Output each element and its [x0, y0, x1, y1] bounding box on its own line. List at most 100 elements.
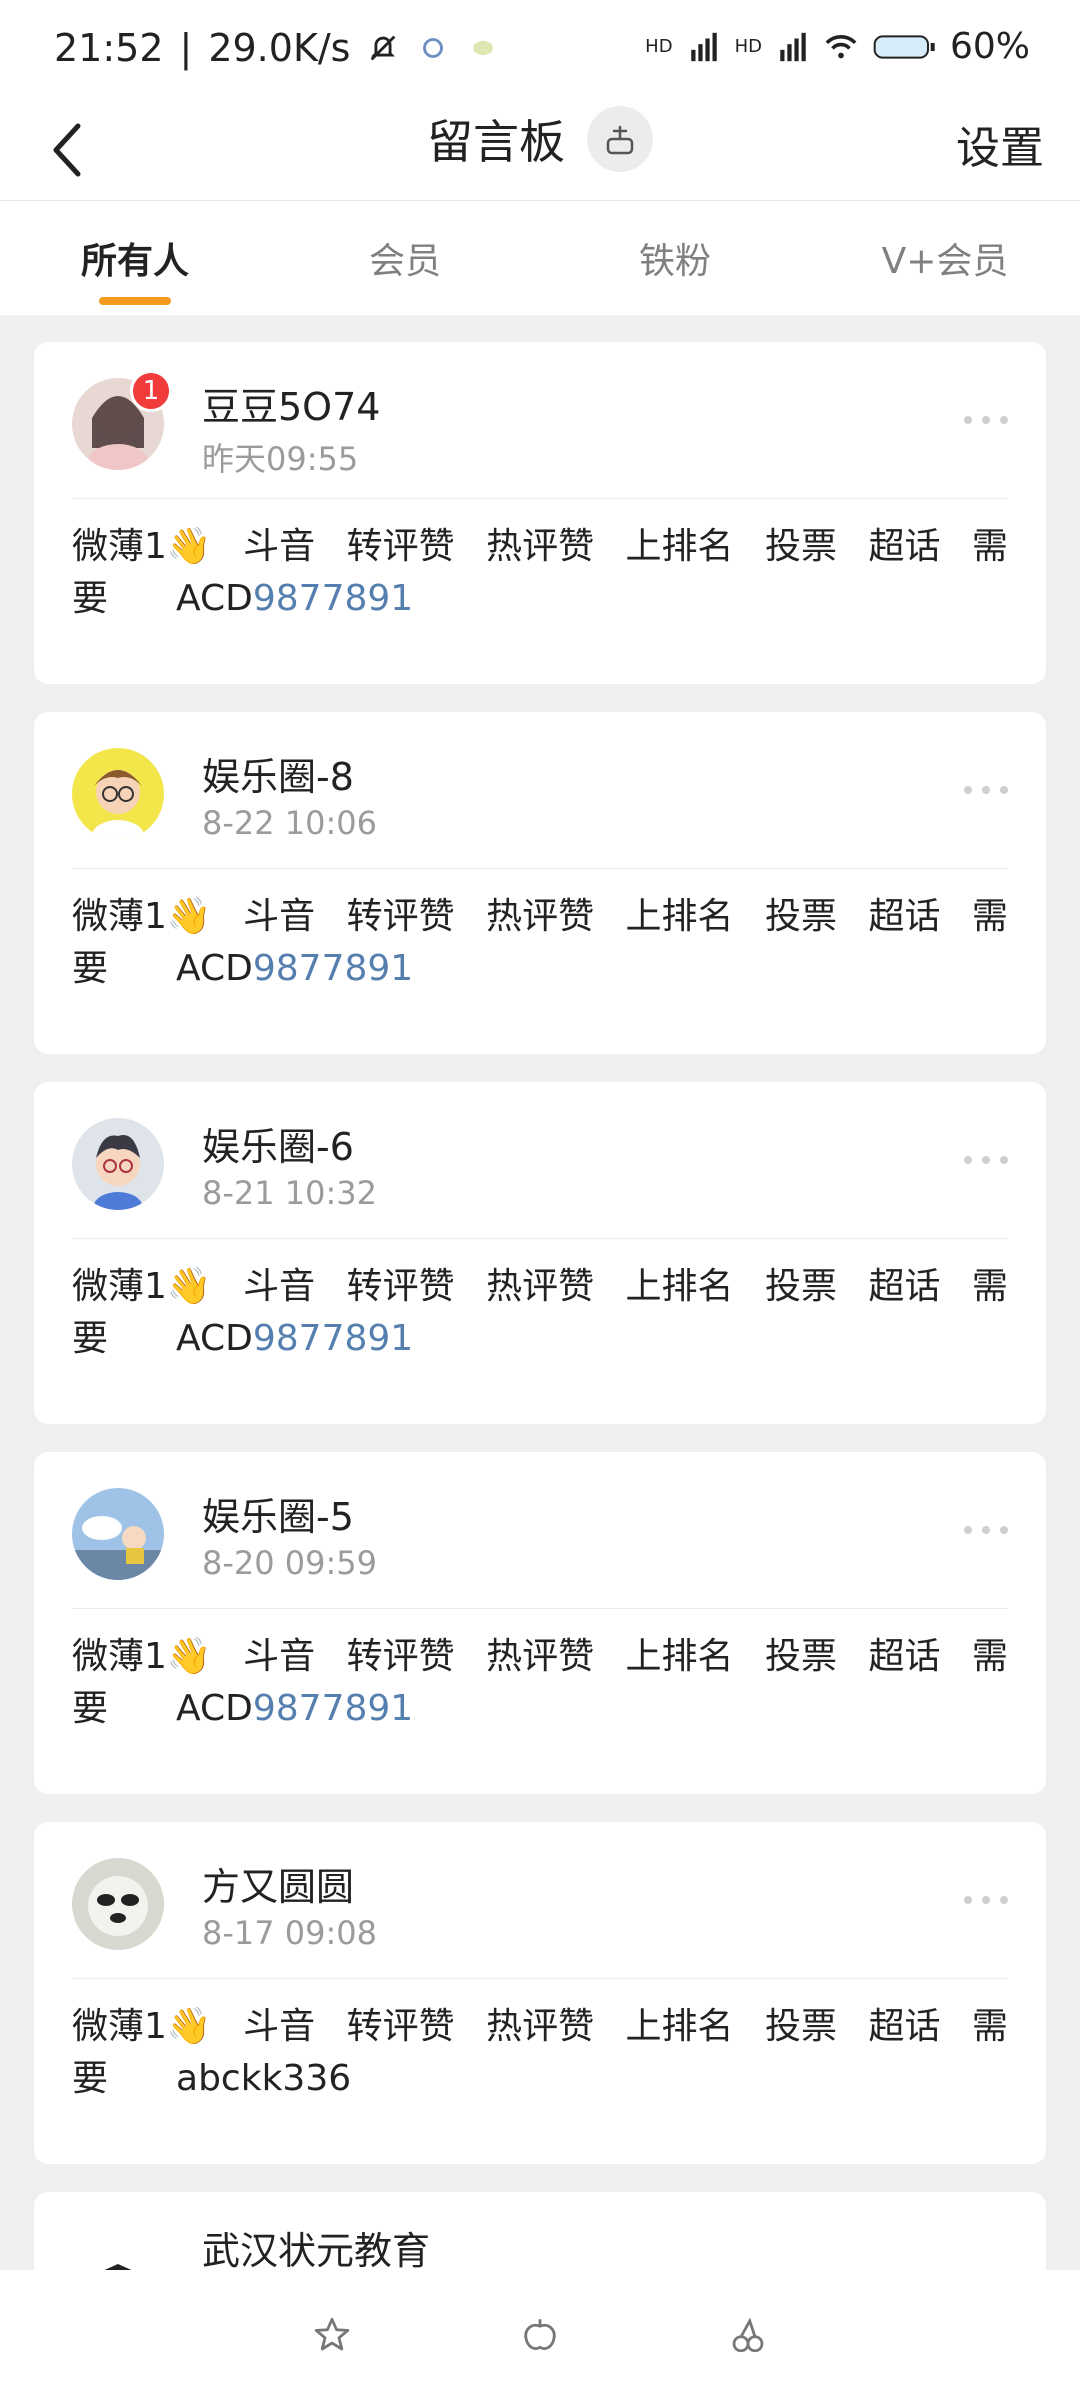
message-line-2: 要 ACD9877891	[72, 1683, 1008, 1735]
message-word: 超话	[868, 896, 941, 937]
more-dot-icon	[982, 1526, 990, 1534]
message-line-1: 微薄1👋 斗音 转评赞 热评赞 上排名 投票 超话 需	[72, 1631, 1008, 1683]
message-word: 热评赞	[486, 896, 595, 937]
code-prefix: ACD	[176, 948, 253, 989]
code-prefix: abckk336	[176, 2058, 352, 2099]
signal-icon	[690, 32, 717, 61]
wifi-icon	[825, 34, 857, 58]
more-button[interactable]	[964, 408, 1008, 432]
contact-code: ACD9877891	[176, 1313, 413, 1365]
more-dot-icon	[1000, 1526, 1008, 1534]
user-name[interactable]: 娱乐圈-6	[202, 1116, 354, 1171]
bottom-nav	[0, 2270, 1080, 2400]
status-bar: 21:52 | 29.0K/s HD HD 60%	[0, 0, 1080, 96]
message-feed: 1 豆豆5O74 昨天09:55 微薄1👋 斗音 转评赞 热评赞 上排名 投票 …	[34, 342, 1046, 2312]
message-body: 微薄1👋 斗音 转评赞 热评赞 上排名 投票 超话 需 要 ACD9877891	[72, 499, 1008, 625]
code-prefix: ACD	[176, 1318, 253, 1359]
message-card: 娱乐圈-8 8-22 10:06 微薄1👋 斗音 转评赞 热评赞 上排名 投票 …	[34, 712, 1046, 1054]
code-link[interactable]: 9877891	[253, 1688, 413, 1729]
more-button[interactable]	[964, 1518, 1008, 1542]
message-line-2: 要 abckk336	[72, 2053, 1008, 2105]
user-name[interactable]: 娱乐圈-8	[202, 746, 354, 801]
card-header: 娱乐圈-8 8-22 10:06	[72, 712, 1008, 869]
tab-label: 会员	[368, 241, 441, 282]
signal-icon	[780, 32, 806, 61]
message-line-1: 微薄1👋 斗音 转评赞 热评赞 上排名 投票 超话 需	[72, 521, 1008, 573]
code-link[interactable]: 9877891	[253, 1318, 413, 1359]
code-link[interactable]: 9877891	[253, 948, 413, 989]
avatar[interactable]	[72, 748, 164, 840]
more-dot-icon	[964, 1896, 972, 1904]
message-word: 上排名	[625, 526, 734, 567]
message-word: 要	[72, 1688, 109, 1729]
message-word: 要	[72, 578, 109, 619]
message-word: 转评赞	[346, 896, 455, 937]
message-line-1: 微薄1👋 斗音 转评赞 热评赞 上排名 投票 超话 需	[72, 891, 1008, 943]
status-right: HD HD 60%	[645, 26, 1030, 67]
more-dot-icon	[1000, 1896, 1008, 1904]
message-word: 投票	[764, 896, 837, 937]
message-word: 要	[72, 2058, 109, 2099]
tab-label: 铁粉	[638, 241, 711, 282]
avatar[interactable]	[72, 1858, 164, 1950]
message-word: 上排名	[625, 896, 734, 937]
message-word: 斗音	[243, 896, 316, 937]
avatar-image	[72, 1488, 164, 1580]
status-left: 21:52 | 29.0K/s	[54, 26, 500, 70]
message-word: 投票	[764, 526, 837, 567]
message-word: 上排名	[625, 1266, 734, 1307]
code-prefix: ACD	[176, 1688, 253, 1729]
more-dot-icon	[982, 416, 990, 424]
message-word: 微薄1👋	[72, 1266, 212, 1307]
card-header: 娱乐圈-6 8-21 10:32	[72, 1082, 1008, 1239]
tab-label: 所有人	[80, 241, 189, 282]
star-icon[interactable]	[311, 2314, 353, 2356]
settings-button[interactable]: 设置	[956, 112, 1044, 176]
user-name[interactable]: 豆豆5O74	[202, 376, 380, 431]
message-word: 超话	[868, 526, 941, 567]
clean-button[interactable]	[587, 106, 653, 172]
tab-members[interactable]: 会员	[270, 201, 540, 315]
message-word: 要	[72, 1318, 109, 1359]
avatar[interactable]	[72, 1118, 164, 1210]
more-button[interactable]	[964, 778, 1008, 802]
card-header: 娱乐圈-5 8-20 09:59	[72, 1452, 1008, 1609]
more-dot-icon	[964, 416, 972, 424]
tab-fans[interactable]: 铁粉	[540, 201, 810, 315]
message-line-1: 微薄1👋 斗音 转评赞 热评赞 上排名 投票 超话 需	[72, 1261, 1008, 1313]
tab-vip-members[interactable]: V+会员	[810, 201, 1080, 315]
message-line-2: 要 ACD9877891	[72, 573, 1008, 625]
code-link[interactable]: 9877891	[253, 578, 413, 619]
tab-all[interactable]: 所有人	[0, 201, 270, 315]
post-time: 8-21 10:32	[202, 1174, 378, 1212]
post-time: 8-17 09:08	[202, 1914, 378, 1952]
message-word: 微薄1👋	[72, 526, 212, 567]
mute-icon	[371, 35, 396, 61]
cherry-icon[interactable]	[727, 2314, 769, 2356]
tab-label: V+会员	[881, 241, 1009, 282]
network-speed: 29.0K/s	[208, 26, 351, 70]
avatar[interactable]	[72, 1488, 164, 1580]
user-name[interactable]: 武汉状元教育	[202, 2220, 430, 2275]
contact-code: ACD9877891	[176, 573, 413, 625]
message-word: 斗音	[243, 1636, 316, 1677]
apple-icon[interactable]	[519, 2314, 561, 2356]
user-name[interactable]: 方又圆圆	[202, 1856, 354, 1911]
tab-bar: 所有人 会员 铁粉 V+会员	[0, 201, 1080, 315]
message-word: 热评赞	[486, 1266, 595, 1307]
message-word: 需	[971, 1636, 1008, 1677]
message-word: 微薄1👋	[72, 896, 212, 937]
user-name[interactable]: 娱乐圈-5	[202, 1486, 354, 1541]
unread-badge: 1	[130, 370, 172, 412]
message-word: 超话	[868, 2006, 941, 2047]
more-button[interactable]	[964, 1888, 1008, 1912]
message-word: 转评赞	[346, 526, 455, 567]
page-title: 留言板	[427, 115, 565, 169]
more-dot-icon	[964, 1526, 972, 1534]
contact-code: abckk336	[176, 2053, 351, 2105]
message-word: 斗音	[243, 526, 316, 567]
battery-icon	[873, 34, 935, 59]
avatar-image	[72, 748, 164, 840]
more-button[interactable]	[964, 1148, 1008, 1172]
message-word: 热评赞	[486, 526, 595, 567]
